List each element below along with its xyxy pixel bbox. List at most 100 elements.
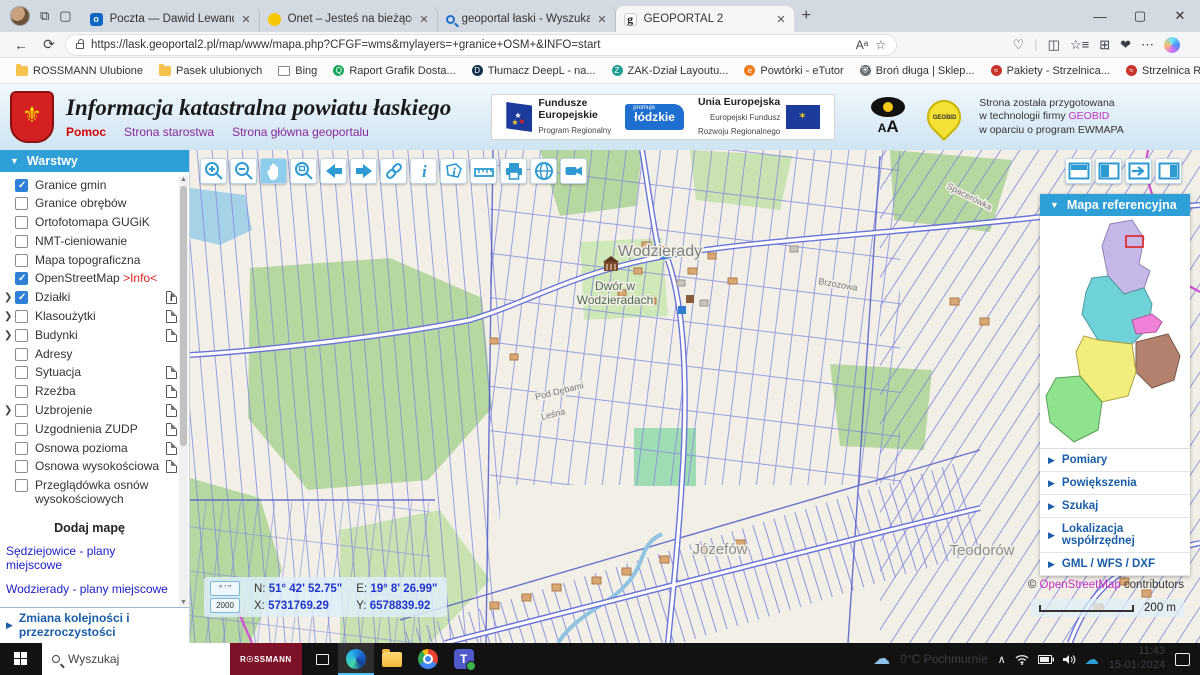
- collapse-icon[interactable]: ▼: [10, 156, 19, 166]
- layer-checkbox[interactable]: [15, 235, 28, 248]
- layer-nmt[interactable]: ❯NMT-cieniowanie: [0, 232, 179, 251]
- globe-button[interactable]: [530, 158, 557, 184]
- layer-checkbox[interactable]: [15, 385, 28, 398]
- explorer-taskbar-button[interactable]: [374, 643, 410, 675]
- print-button[interactable]: [500, 158, 527, 184]
- tab-actions-icon[interactable]: ▢: [59, 8, 71, 24]
- pan-button[interactable]: [260, 158, 287, 184]
- layer-sytuacja[interactable]: ❯Sytuacja: [0, 364, 179, 383]
- bookmark-item[interactable]: Pasek ulubionych: [153, 63, 268, 79]
- menu-lokalizacja[interactable]: ▶Lokalizacja współrzędnej: [1040, 518, 1190, 553]
- layer-checkbox[interactable]: [15, 216, 28, 229]
- weather-text[interactable]: 0°C Pochmurnie: [900, 652, 988, 666]
- layer-checkbox[interactable]: [15, 329, 28, 342]
- layers-panel-header[interactable]: ▼ Warstwy: [0, 150, 189, 172]
- layer-order-control[interactable]: ▶ Zmiana kolejności i przezroczystości: [0, 607, 189, 643]
- tab-search[interactable]: geoportal łaski - Wyszukaj ✕: [438, 6, 616, 32]
- geobid-link[interactable]: GEOBID: [1069, 110, 1110, 122]
- video-button[interactable]: [560, 158, 587, 184]
- menu-pomiary[interactable]: ▶Pomiary: [1040, 449, 1190, 472]
- tab-close-icon[interactable]: ✕: [419, 13, 428, 26]
- toggle-left-panel-button[interactable]: [1095, 158, 1122, 184]
- url-text[interactable]: https://lask.geoportal2.pl/map/www/mapa.…: [91, 39, 849, 51]
- collections-icon[interactable]: ⊞: [1099, 37, 1110, 53]
- address-bar[interactable]: https://lask.geoportal2.pl/map/www/mapa.…: [66, 35, 896, 55]
- map-node-marker[interactable]: [678, 306, 686, 314]
- bookmark-item[interactable]: ZZAK-Dział Layoutu...: [606, 63, 735, 79]
- task-view-button[interactable]: [308, 643, 338, 675]
- wifi-icon[interactable]: [1015, 654, 1029, 665]
- info-button[interactable]: i: [410, 158, 437, 184]
- tab-poczta[interactable]: o Poczta — Dawid Lewandowski — ✕: [82, 6, 260, 32]
- layer-checkbox[interactable]: [15, 479, 28, 492]
- close-button[interactable]: ✕: [1160, 0, 1200, 32]
- tab-onet[interactable]: Onet – Jesteś na bieżąco ✕: [260, 6, 438, 32]
- layer-checkbox[interactable]: [15, 179, 28, 192]
- expand-icon[interactable]: ❯: [4, 292, 15, 303]
- favorites-icon[interactable]: ☆≡: [1070, 37, 1089, 53]
- link-sedziejowice-plany[interactable]: Sędziejowice - plany miejscowe: [0, 539, 179, 577]
- layer-checkbox[interactable]: [15, 423, 28, 436]
- bookmark-item[interactable]: QRaport Grafik Dosta...: [327, 63, 461, 79]
- tab-geoportal[interactable]: g GEOPORTAL 2 ✕: [616, 6, 794, 32]
- previous-view-button[interactable]: [320, 158, 347, 184]
- layer-osnowa-pozioma[interactable]: ❯Osnowa pozioma: [0, 439, 179, 458]
- layer-uzbrojenie[interactable]: ❯Uzbrojenie: [0, 402, 179, 421]
- link-starostwo[interactable]: Strona starostwa: [124, 125, 214, 139]
- expand-icon[interactable]: ❯: [4, 405, 15, 416]
- new-tab-button[interactable]: +: [802, 7, 811, 25]
- expand-icon[interactable]: ▶: [6, 620, 13, 631]
- legend-doc-icon[interactable]: [166, 310, 177, 323]
- layer-checkbox[interactable]: [15, 291, 28, 304]
- tab-close-icon[interactable]: ✕: [776, 13, 785, 26]
- layer-checkbox[interactable]: [15, 197, 28, 210]
- menu-gml-wfs-dxf[interactable]: ▶GML / WFS / DXF: [1040, 553, 1190, 576]
- tab-close-icon[interactable]: ✕: [597, 13, 606, 26]
- scroll-up-icon[interactable]: ▲: [179, 176, 188, 183]
- chrome-taskbar-button[interactable]: [410, 643, 446, 675]
- read-aloud-icon[interactable]: Aᵃ: [856, 38, 868, 52]
- layer-adresy[interactable]: ❯Adresy: [0, 345, 179, 364]
- reference-map[interactable]: [1040, 216, 1190, 448]
- copilot-icon[interactable]: [1164, 37, 1180, 53]
- scroll-down-icon[interactable]: ▼: [179, 599, 188, 606]
- contrast-eye-icon[interactable]: [871, 97, 905, 117]
- split-screen-icon[interactable]: ◫: [1048, 37, 1060, 53]
- maximize-button[interactable]: ▢: [1120, 0, 1160, 32]
- layer-mapa-topograficzna[interactable]: ❯Mapa topograficzna: [0, 251, 179, 270]
- layer-granice-gmin[interactable]: ❯Granice gmin: [0, 176, 179, 195]
- bookmark-item[interactable]: ROSSMANN Ulubione: [10, 63, 149, 79]
- legend-doc-icon[interactable]: [166, 329, 177, 342]
- zoom-in-button[interactable]: [200, 158, 227, 184]
- bookmark-item[interactable]: ⛨Broń długa | Sklep...: [854, 63, 981, 79]
- next-view-button[interactable]: [350, 158, 377, 184]
- layer-checkbox[interactable]: [15, 442, 28, 455]
- layer-checkbox[interactable]: [15, 366, 28, 379]
- browser-essentials-icon[interactable]: ♡: [1013, 37, 1025, 53]
- weather-cloud-icon[interactable]: ☁: [873, 649, 890, 669]
- collapse-icon[interactable]: ▼: [1050, 200, 1059, 210]
- link-button[interactable]: [380, 158, 407, 184]
- bookmark-item[interactable]: DTłumacz DeepL - na...: [466, 63, 602, 79]
- accessibility-control[interactable]: AA: [871, 97, 905, 137]
- taskbar-search[interactable]: Wyszukaj: [42, 643, 230, 675]
- layer-checkbox[interactable]: [15, 348, 28, 361]
- legend-doc-icon[interactable]: [166, 442, 177, 455]
- scrollbar-thumb[interactable]: [180, 186, 187, 446]
- link-glowna[interactable]: Strona główna geoportalu: [232, 125, 369, 139]
- legend-doc-icon[interactable]: [166, 385, 177, 398]
- layer-uzgodnienia-zudp[interactable]: ❯Uzgodnienia ZUDP: [0, 420, 179, 439]
- taskbar-clock[interactable]: 11:43 15-01-2024: [1109, 645, 1165, 673]
- link-pomoc[interactable]: Pomoc: [66, 125, 106, 139]
- menu-powiekszenia[interactable]: ▶Powiększenia: [1040, 472, 1190, 495]
- layer-budynki[interactable]: ❯Budynki: [0, 326, 179, 345]
- sidebar-scrollbar[interactable]: ▲ ▼: [179, 176, 188, 606]
- expand-icon[interactable]: ❯: [4, 330, 15, 341]
- layer-granice-obrebow[interactable]: ❯Granice obrębów: [0, 195, 179, 214]
- map-viewport[interactable]: Wodzierady Dwór w Wodzieradach Józefów T…: [190, 150, 1200, 643]
- measure-button[interactable]: [470, 158, 497, 184]
- osm-info-link[interactable]: >Info<: [123, 271, 157, 285]
- settings-more-icon[interactable]: ⋯: [1141, 37, 1154, 53]
- minimize-button[interactable]: —: [1080, 0, 1120, 32]
- edge-taskbar-button[interactable]: [338, 643, 374, 675]
